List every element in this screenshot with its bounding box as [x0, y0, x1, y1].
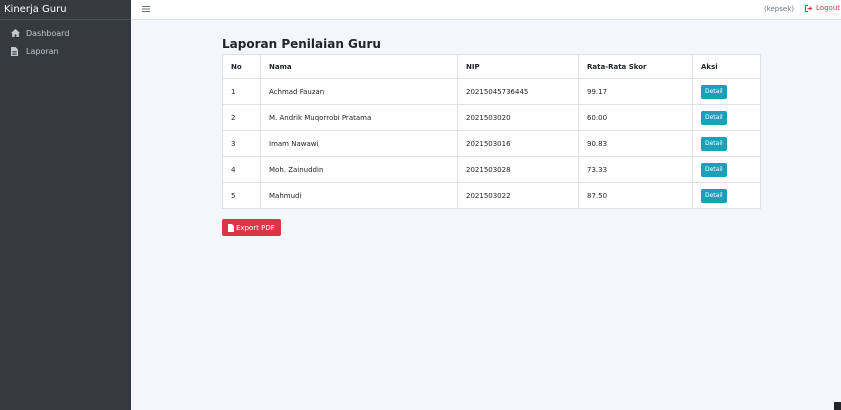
export-pdf-button[interactable]: Export PDF	[222, 219, 281, 236]
cell-no: 1	[222, 78, 261, 105]
hamburger-icon[interactable]	[142, 5, 150, 13]
sidebar-item-label: Dashboard	[26, 28, 70, 38]
main-content: Laporan Penilaian Guru No Nama NIP Rata-…	[222, 36, 761, 236]
sidebar-nav: Dashboard Laporan	[0, 20, 131, 60]
table-header-row: No Nama NIP Rata-Rata Skor Aksi	[222, 54, 761, 79]
file-icon	[11, 46, 23, 56]
table-row: 4 Moh. Zainuddin 2021503028 73.33 Detail	[222, 156, 761, 183]
detail-button[interactable]: Detail	[701, 84, 727, 99]
column-header-skor: Rata-Rata Skor	[578, 54, 693, 79]
detail-button[interactable]: Detail	[701, 110, 727, 125]
table-row: 1 Achmad Fauzan 20215045736445 99.17 Det…	[222, 78, 761, 105]
cell-nip: 2021503016	[457, 130, 579, 157]
sidebar-item-dashboard[interactable]: Dashboard	[0, 24, 131, 42]
cell-aksi: Detail	[692, 156, 761, 183]
sidebar: Kinerja Guru Dashboard Laporan	[0, 0, 131, 410]
cell-no: 5	[222, 182, 261, 209]
cell-nama: Mahmudi	[260, 182, 458, 209]
table-row: 2 M. Andrik Muqorrobi Pratama 2021503020…	[222, 104, 761, 131]
cell-nama: Moh. Zainuddin	[260, 156, 458, 183]
cell-aksi: Detail	[692, 104, 761, 131]
cell-nip: 2021503022	[457, 182, 579, 209]
cell-aksi: Detail	[692, 130, 761, 157]
cell-skor: 87.50	[578, 182, 693, 209]
sign-out-icon	[805, 4, 813, 12]
cell-nip: 2021503028	[457, 156, 579, 183]
column-header-aksi: Aksi	[692, 54, 761, 79]
report-table: No Nama NIP Rata-Rata Skor Aksi 1 Achmad…	[222, 54, 761, 209]
cell-no: 4	[222, 156, 261, 183]
cell-nama: M. Andrik Muqorrobi Pratama	[260, 104, 458, 131]
logout-link[interactable]: Logout	[805, 4, 840, 12]
detail-button[interactable]: Detail	[701, 136, 727, 151]
cell-nama: Achmad Fauzan	[260, 78, 458, 105]
export-pdf-label: Export PDF	[236, 223, 275, 232]
column-header-no: No	[222, 54, 261, 79]
cell-aksi: Detail	[692, 182, 761, 209]
sidebar-item-label: Laporan	[26, 46, 59, 56]
sidebar-item-laporan[interactable]: Laporan	[0, 42, 131, 60]
cell-skor: 90.83	[578, 130, 693, 157]
column-header-nama: Nama	[260, 54, 458, 79]
corner-block	[834, 402, 841, 410]
detail-button[interactable]: Detail	[701, 162, 727, 177]
home-icon	[11, 29, 23, 37]
table-row: 3 Imam Nawawi 2021503016 90.83 Detail	[222, 130, 761, 157]
cell-skor: 60.00	[578, 104, 693, 131]
cell-aksi: Detail	[692, 78, 761, 105]
user-role: (kepsek)	[763, 5, 794, 13]
brand-title[interactable]: Kinerja Guru	[0, 0, 131, 20]
cell-nip: 2021503020	[457, 104, 579, 131]
pdf-file-icon	[228, 223, 234, 232]
logout-label: Logout	[816, 4, 840, 12]
cell-nama: Imam Nawawi	[260, 130, 458, 157]
column-header-nip: NIP	[457, 54, 579, 79]
detail-button[interactable]: Detail	[701, 188, 727, 203]
cell-skor: 99.17	[578, 78, 693, 105]
table-row: 5 Mahmudi 2021503022 87.50 Detail	[222, 182, 761, 209]
cell-no: 2	[222, 104, 261, 131]
cell-skor: 73.33	[578, 156, 693, 183]
top-navbar: (kepsek) Logout	[131, 0, 841, 20]
cell-no: 3	[222, 130, 261, 157]
cell-nip: 20215045736445	[457, 78, 579, 105]
page-title: Laporan Penilaian Guru	[222, 37, 381, 51]
